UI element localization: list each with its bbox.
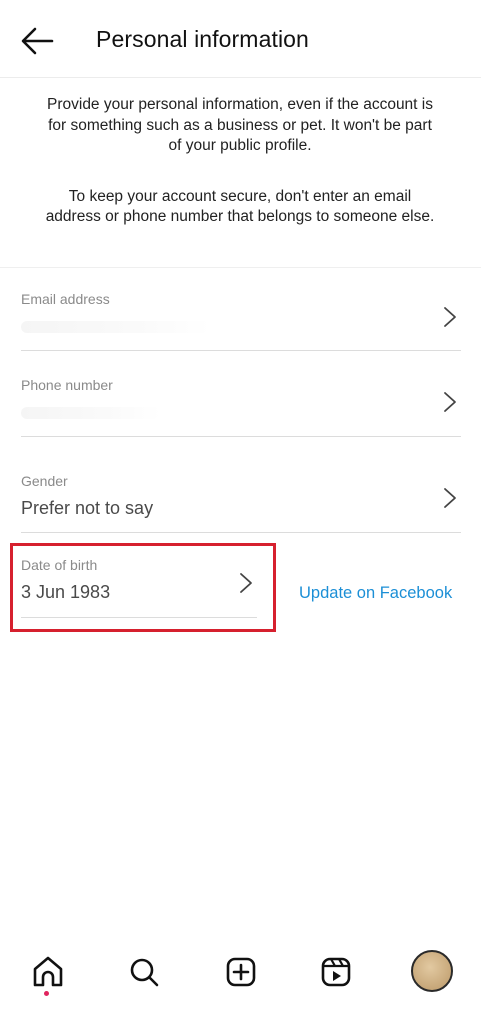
header: Personal information [0,0,481,78]
field-underline [21,350,461,351]
chevron-right-icon [240,573,252,593]
email-label: Email address [21,291,110,307]
arrow-left-icon [21,27,54,55]
update-on-facebook-link[interactable]: Update on Facebook [299,584,452,603]
nav-home-button[interactable] [26,950,70,994]
chevron-right-icon [444,488,456,508]
reels-icon [321,957,351,987]
email-field[interactable]: Email address [21,291,461,353]
info-paragraph-2: To keep your account secure, don't enter… [45,187,435,226]
email-value-redacted [21,321,211,333]
phone-field[interactable]: Phone number [21,377,461,439]
home-icon [33,956,63,987]
notification-dot [44,991,49,996]
dob-label: Date of birth [21,557,98,573]
bottom-navigation [0,940,481,1024]
nav-reels-button[interactable] [314,950,358,994]
phone-value-redacted [21,407,161,419]
page-title: Personal information [96,26,309,52]
gender-value: Prefer not to say [21,498,154,518]
field-underline [21,532,461,533]
section-divider [0,267,481,268]
gender-field[interactable]: Gender Prefer not to say [21,473,461,535]
info-text: Provide your personal information, even … [40,95,440,228]
info-paragraph-1: Provide your personal information, even … [47,96,433,154]
nav-create-button[interactable] [219,950,263,994]
date-of-birth-field[interactable]: Date of birth 3 Jun 1983 [21,557,257,619]
search-icon [130,958,159,987]
create-icon [226,957,256,987]
nav-search-button[interactable] [122,950,166,994]
personal-information-screen: Personal information Provide your person… [0,0,481,1024]
chevron-right-icon [444,307,456,327]
back-button[interactable] [20,26,54,56]
field-underline [21,436,461,437]
gender-label: Gender [21,473,68,489]
nav-profile-avatar[interactable] [411,950,453,992]
dob-value: 3 Jun 1983 [21,582,111,602]
chevron-right-icon [444,392,456,412]
phone-label: Phone number [21,377,113,393]
field-underline [21,617,257,618]
